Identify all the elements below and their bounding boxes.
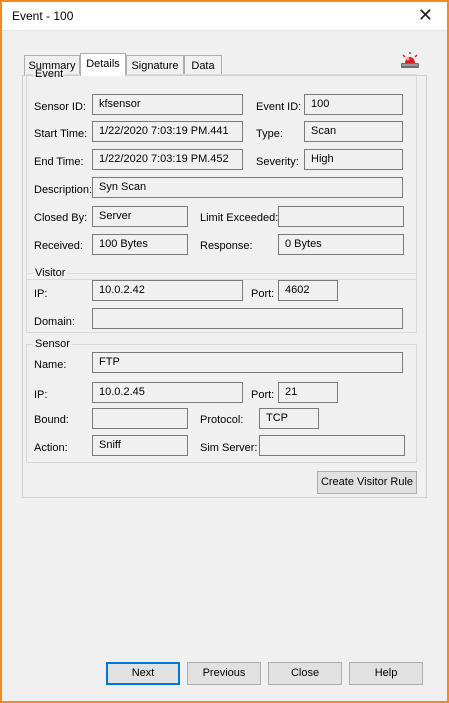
protocol-label: Protocol:	[200, 414, 244, 426]
visitor-port-field[interactable]: 4602	[278, 280, 338, 301]
sensor-id-field[interactable]: kfsensor	[92, 94, 243, 115]
received-label: Received:	[34, 240, 83, 252]
sim-server-field[interactable]	[259, 435, 405, 456]
sensor-name-field[interactable]: FTP	[92, 352, 403, 373]
type-field[interactable]: Scan	[304, 121, 403, 142]
bound-field[interactable]	[92, 408, 188, 429]
closed-by-field[interactable]: Server	[92, 206, 188, 227]
closed-by-label: Closed By:	[34, 212, 88, 224]
visitor-domain-label: Domain:	[34, 316, 75, 328]
close-button[interactable]: Close	[268, 662, 342, 685]
previous-button[interactable]: Previous	[187, 662, 261, 685]
close-icon[interactable]: ✕	[418, 6, 433, 24]
start-time-field[interactable]: 1/22/2020 7:03:19 PM.441	[92, 121, 243, 142]
tab-details[interactable]: Details	[80, 53, 126, 76]
sensor-ip-field[interactable]: 10.0.2.45	[92, 382, 243, 403]
response-field[interactable]: 0 Bytes	[278, 234, 404, 255]
sensor-id-label: Sensor ID:	[34, 101, 86, 113]
action-label: Action:	[34, 442, 68, 454]
type-label: Type:	[256, 128, 283, 140]
sensor-group-legend: Sensor	[35, 338, 70, 350]
action-field[interactable]: Sniff	[92, 435, 188, 456]
end-time-field[interactable]: 1/22/2020 7:03:19 PM.452	[92, 149, 243, 170]
description-field[interactable]: Syn Scan	[92, 177, 403, 198]
visitor-ip-label: IP:	[34, 288, 48, 300]
limit-exceeded-label: Limit Exceeded:	[200, 212, 279, 224]
sensor-name-label: Name:	[34, 359, 67, 371]
details-tab-panel: Event Sensor ID: kfsensor Event ID: 100 …	[22, 68, 427, 498]
protocol-field[interactable]: TCP	[259, 408, 319, 429]
next-button[interactable]: Next	[106, 662, 180, 685]
limit-exceeded-field[interactable]	[278, 206, 404, 227]
event-id-label: Event ID:	[256, 101, 302, 113]
visitor-domain-field[interactable]	[92, 308, 403, 329]
severity-label: Severity:	[256, 156, 299, 168]
event-group-legend: Event	[35, 68, 64, 80]
description-label: Description:	[34, 184, 93, 196]
sensor-port-field[interactable]: 21	[278, 382, 338, 403]
event-id-field[interactable]: 100	[304, 94, 403, 115]
visitor-group-legend: Visitor	[35, 267, 66, 279]
visitor-port-label: Port:	[251, 288, 275, 300]
severity-field[interactable]: High	[304, 149, 403, 170]
alarm-siren-icon	[401, 52, 419, 68]
create-visitor-rule-button[interactable]: Create Visitor Rule	[317, 471, 417, 494]
sensor-port-label: Port:	[251, 389, 275, 401]
received-field[interactable]: 100 Bytes	[92, 234, 188, 255]
sim-server-label: Sim Server:	[200, 442, 258, 454]
visitor-ip-field[interactable]: 10.0.2.42	[92, 280, 243, 301]
event-dialog-window: Event - 100 ✕ Summary Details Signature …	[0, 0, 449, 703]
response-label: Response:	[200, 240, 253, 252]
title-bar: Event - 100 ✕	[2, 2, 447, 30]
sensor-ip-label: IP:	[34, 389, 48, 401]
start-time-label: Start Time:	[34, 128, 88, 140]
window-title: Event - 100	[12, 9, 74, 23]
dialog-client-area: Summary Details Signature Data Event Sen…	[2, 30, 447, 701]
end-time-label: End Time:	[34, 156, 84, 168]
bound-label: Bound:	[34, 414, 69, 426]
help-button[interactable]: Help	[349, 662, 423, 685]
